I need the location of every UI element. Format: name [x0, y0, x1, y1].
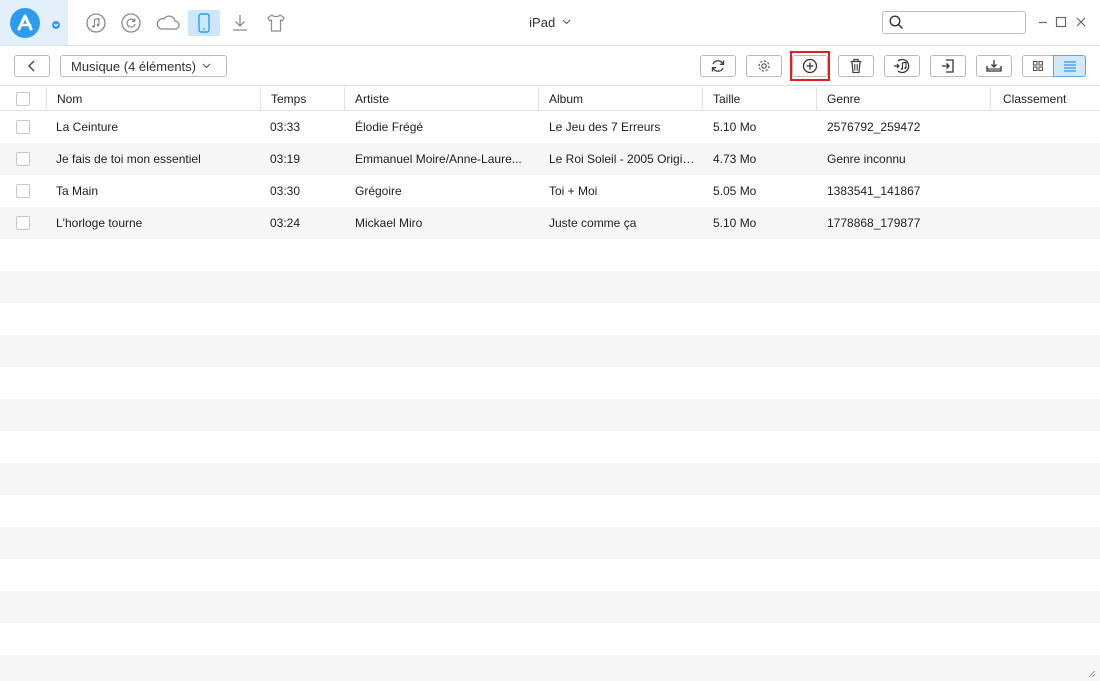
column-header-album[interactable]: Album — [538, 87, 702, 111]
nav-tshirt-icon[interactable] — [260, 10, 292, 36]
nav-cloud-icon[interactable] — [152, 10, 184, 36]
settings-button[interactable] — [746, 55, 782, 77]
empty-row-band — [0, 463, 1100, 495]
category-dropdown[interactable]: Musique (4 éléments) — [60, 55, 227, 77]
empty-row-band — [0, 399, 1100, 431]
row-checkbox[interactable] — [16, 120, 30, 134]
to-device-button[interactable] — [976, 55, 1012, 77]
table-header: Nom Temps Artiste Album Taille Genre Cla… — [0, 87, 1100, 111]
cell-nom: L'horloge tourne — [56, 216, 143, 230]
cell-temps: 03:33 — [270, 120, 301, 134]
grid-view-icon — [1032, 60, 1044, 72]
column-header-nom[interactable]: Nom — [46, 87, 260, 111]
cell-taille: 5.10 Mo — [713, 216, 757, 230]
empty-row-band — [0, 271, 1100, 303]
cell-artiste: Élodie Frégé — [355, 120, 424, 134]
nav-device-icon[interactable] — [188, 10, 220, 36]
cell-album: Le Roi Soleil - 2005 Origin... — [549, 152, 699, 166]
toolbar: Musique (4 éléments) — [0, 46, 1100, 86]
cell-nom: Ta Main — [56, 184, 99, 198]
search-icon — [889, 15, 904, 30]
category-label: Musique (4 éléments) — [71, 58, 196, 74]
to-pc-icon — [942, 59, 954, 73]
column-header-genre[interactable]: Genre — [816, 87, 990, 111]
maximize-icon[interactable] — [1054, 15, 1068, 29]
device-selector[interactable]: iPad — [529, 15, 571, 30]
cell-album: Le Jeu des 7 Erreurs — [549, 120, 661, 134]
cell-artiste: Grégoire — [355, 184, 402, 198]
row-checkbox[interactable] — [16, 216, 30, 230]
device-name: iPad — [529, 15, 556, 30]
empty-row-band — [0, 655, 1100, 681]
cell-taille: 4.73 Mo — [713, 152, 757, 166]
table-row[interactable]: La Ceinture 03:33 Élodie Frégé Le Jeu de… — [0, 111, 1100, 143]
empty-row-band — [0, 527, 1100, 559]
cell-nom: Je fais de toi mon essentiel — [56, 152, 201, 166]
cell-taille: 5.10 Mo — [713, 120, 757, 134]
to-pc-button[interactable] — [930, 55, 966, 77]
cell-classement — [1002, 143, 1097, 175]
cell-album: Toi + Moi — [549, 184, 598, 198]
logo-dropdown-icon[interactable] — [52, 21, 60, 29]
column-header-artiste[interactable]: Artiste — [344, 87, 538, 111]
column-header-temps[interactable]: Temps — [260, 87, 344, 111]
minimize-icon[interactable] — [1036, 15, 1050, 29]
app-logo-icon[interactable] — [10, 8, 40, 38]
nav-history-icon[interactable] — [115, 10, 147, 36]
column-header-taille[interactable]: Taille — [702, 87, 816, 111]
empty-row-band — [0, 591, 1100, 623]
app-logo-area[interactable] — [0, 0, 68, 45]
back-button[interactable] — [14, 55, 50, 77]
cell-album: Juste comme ça — [549, 216, 637, 230]
cell-genre: 2576792_259472 — [827, 120, 921, 134]
column-header-classement[interactable]: Classement — [990, 87, 1100, 111]
to-itunes-button[interactable] — [884, 55, 920, 77]
cell-classement — [1002, 111, 1097, 143]
cell-artiste: Mickael Miro — [355, 216, 423, 230]
trash-icon — [850, 58, 862, 74]
cell-genre: 1778868_179877 — [827, 216, 921, 230]
grid-view-button[interactable] — [1022, 55, 1054, 77]
cell-classement — [1002, 175, 1097, 207]
search-box[interactable] — [882, 11, 1026, 34]
close-icon[interactable] — [1074, 15, 1088, 29]
cell-taille: 5.05 Mo — [713, 184, 757, 198]
title-bar: iPad — [0, 0, 1100, 46]
highlight-box — [790, 51, 830, 81]
chevron-down-icon — [202, 63, 211, 69]
nav-download-icon[interactable] — [224, 10, 256, 36]
nav-music-icon[interactable] — [80, 10, 112, 36]
to-device-icon — [986, 60, 1002, 72]
cell-genre: 1383541_141867 — [827, 184, 921, 198]
cell-nom: La Ceinture — [56, 120, 119, 134]
list-view-button[interactable] — [1053, 55, 1086, 77]
cell-temps: 03:19 — [270, 152, 301, 166]
row-checkbox[interactable] — [16, 152, 30, 166]
list-view-icon — [1063, 61, 1076, 72]
table-row[interactable]: L'horloge tourne 03:24 Mickael Miro Just… — [0, 207, 1100, 239]
refresh-icon — [711, 60, 725, 72]
back-icon — [28, 60, 35, 72]
cell-genre: Genre inconnu — [827, 152, 906, 166]
refresh-button[interactable] — [700, 55, 736, 77]
chevron-down-icon — [562, 19, 571, 25]
to-itunes-icon — [894, 58, 910, 74]
resize-grip-icon[interactable] — [1086, 668, 1096, 678]
table-body: La Ceinture 03:33 Élodie Frégé Le Jeu de… — [0, 111, 1100, 681]
cell-artiste: Emmanuel Moire/Anne-Laure... — [355, 152, 522, 166]
table-row[interactable]: Je fais de toi mon essentiel 03:19 Emman… — [0, 143, 1100, 175]
cell-classement — [1002, 207, 1097, 239]
select-all-checkbox[interactable] — [16, 92, 30, 106]
table-row[interactable]: Ta Main 03:30 Grégoire Toi + Moi 5.05 Mo… — [0, 175, 1100, 207]
delete-button[interactable] — [838, 55, 874, 77]
empty-row-band — [0, 335, 1100, 367]
row-checkbox[interactable] — [16, 184, 30, 198]
cell-temps: 03:30 — [270, 184, 301, 198]
settings-icon — [758, 60, 770, 72]
search-input[interactable] — [909, 14, 1021, 31]
cell-temps: 03:24 — [270, 216, 301, 230]
